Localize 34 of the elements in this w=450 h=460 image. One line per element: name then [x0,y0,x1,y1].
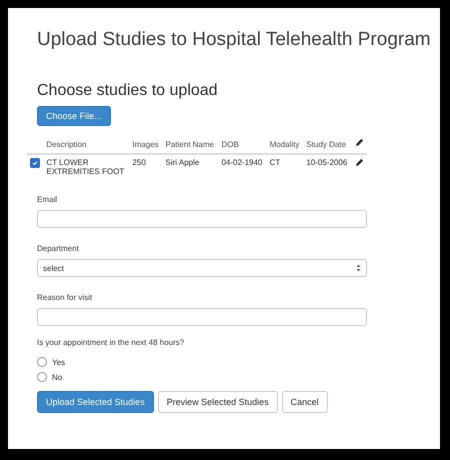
section-title: Choose studies to upload [37,82,219,100]
table-cell: CT [266,154,304,179]
secondary-button[interactable]: Cancel [282,391,328,413]
radio-button[interactable] [37,357,47,367]
column-header: Patient Name [162,136,218,154]
field-label: Email [37,195,58,204]
select-arrows-icon [356,264,361,272]
column-header: Study Date [303,136,352,154]
edit-icon[interactable] [354,158,364,167]
department-select[interactable]: select [37,259,367,277]
table-cell: CT LOWER EXTREMITIES FOOT [43,154,130,179]
column-header: DOB [218,136,267,154]
radio-button[interactable] [37,372,47,382]
row-checkbox[interactable] [30,158,40,168]
table-cell: 04-02-1940 [218,154,267,179]
field-label: Reason for visit [37,293,94,302]
field-label: Department [37,244,80,253]
input-field[interactable] [37,308,367,326]
table-cell: 250 [129,154,163,179]
column-header: Modality [266,136,304,154]
column-header: Description [43,136,130,154]
secondary-button[interactable]: Preview Selected Studies [158,391,278,413]
input-field[interactable] [37,210,367,228]
choose-file-button[interactable]: Choose File... [37,106,111,126]
radio-label: No [52,372,62,382]
column-header: Images [129,136,163,154]
table-cell: 10-05-2006 [303,154,352,179]
radio-label: Yes [52,358,66,366]
checkmark-icon [32,160,38,166]
page-title: Upload Studies to Hospital Telehealth Program [37,28,431,52]
edit-icon[interactable] [354,138,364,147]
table-cell: Siri Apple [162,154,218,179]
question-text: Is your appointment in the next 48 hours? [37,338,186,347]
upload-button[interactable]: Upload Selected Studies [37,391,154,413]
